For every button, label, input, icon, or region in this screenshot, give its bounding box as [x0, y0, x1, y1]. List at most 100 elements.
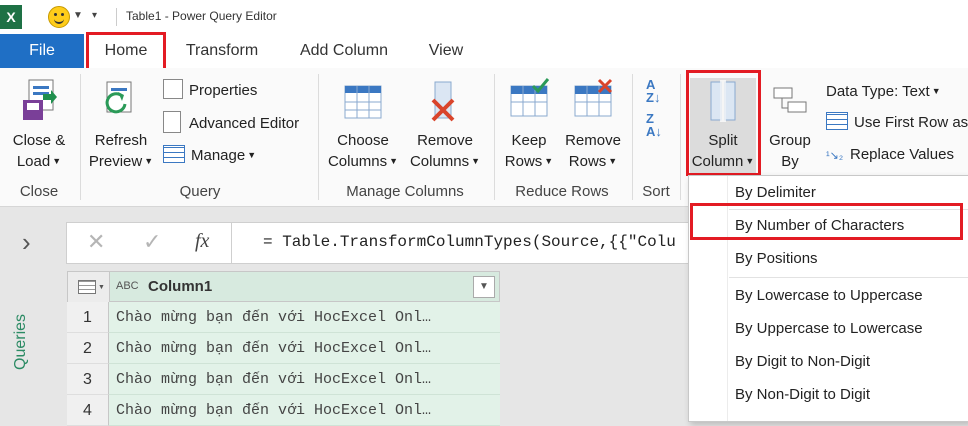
table-row: 3 Chào mừng bạn đến với HocExcel Onl… [67, 364, 500, 395]
replace-values-icon: ¹↘₂ [826, 150, 844, 162]
close-load-icon [23, 79, 57, 120]
home-tab-highlight [86, 32, 166, 72]
choose-columns-icon [344, 85, 382, 119]
column-type-icon[interactable]: ABC [116, 280, 139, 292]
customize-toolbar-icon[interactable]: ▾ [92, 10, 97, 21]
remove-rows-label-1: Remove [565, 132, 621, 149]
grid-header: ▼ ABC Column1 ▼ [67, 271, 500, 303]
group-label-manage-columns: Manage Columns [346, 183, 464, 200]
group-by-label-1: Group [769, 132, 811, 149]
choose-columns-label-1: Choose [337, 132, 389, 149]
properties-label: Properties [189, 82, 258, 99]
group-by-button[interactable]: Group By [762, 78, 818, 172]
use-first-row-icon [826, 112, 848, 130]
advanced-editor-icon [163, 111, 181, 133]
sort-ascending-button[interactable]: A Z↓ [646, 78, 660, 104]
choose-columns-button[interactable]: Choose Columns ▼ [324, 78, 402, 172]
table-icon [78, 280, 96, 294]
cancel-formula-icon[interactable]: ✕ [87, 229, 105, 255]
menu-item-digit-to-non-digit[interactable]: By Digit to Non-Digit [689, 345, 968, 378]
advanced-editor-button[interactable]: Advanced Editor [163, 111, 299, 135]
window-title: Table1 - Power Query Editor [126, 9, 277, 23]
remove-rows-icon [574, 78, 613, 117]
table-row: 2 Chào mừng bạn đến với HocExcel Onl… [67, 333, 500, 364]
table-cell[interactable]: Chào mừng bạn đến với HocExcel Onl… [109, 333, 500, 364]
menu-item-upper-to-lower[interactable]: By Uppercase to Lowercase [689, 312, 968, 345]
title-divider [116, 8, 117, 26]
expand-chevron-icon[interactable]: › [22, 227, 31, 258]
row-number[interactable]: 4 [67, 395, 109, 426]
data-grid: ▼ ABC Column1 ▼ 1 Chào mừng bạn đến với … [67, 271, 500, 426]
close-load-label-2: Load [16, 153, 51, 170]
group-divider [494, 74, 495, 200]
chevron-down-icon: ▼ [247, 150, 257, 160]
group-label-sort: Sort [642, 183, 670, 200]
group-divider [318, 74, 319, 200]
properties-button[interactable]: Properties [163, 79, 257, 103]
refresh-icon [105, 81, 132, 114]
chevron-down-icon: ▼ [98, 284, 105, 291]
queries-pane-label: Queries [12, 313, 29, 370]
close-load-label-1: Close & [12, 132, 66, 149]
remove-columns-label-2: Columns [409, 153, 470, 170]
menu-item-lower-to-upper[interactable]: By Lowercase to Uppercase [689, 279, 968, 312]
table-row: 4 Chào mừng bạn đến với HocExcel Onl… [67, 395, 500, 426]
chevron-down-icon: ▼ [144, 156, 154, 166]
tab-view[interactable]: View [418, 34, 474, 68]
group-by-label-2: By [781, 153, 799, 170]
formula-input[interactable]: = Table.TransformColumnTypes(Source,{{"C… [263, 233, 676, 251]
remove-rows-button[interactable]: Remove Rows ▼ [561, 78, 625, 172]
column-header-label[interactable]: Column1 [148, 278, 212, 295]
chevron-down-icon: ▼ [544, 156, 554, 166]
refresh-label-1: Refresh [94, 132, 148, 149]
menu-item-by-positions[interactable]: By Positions [689, 242, 968, 275]
group-divider [80, 74, 81, 200]
use-first-row-button[interactable]: Use First Row as [826, 111, 968, 135]
data-type-dropdown[interactable]: Data Type: Text ▼ [826, 79, 941, 103]
tab-file[interactable]: File [0, 34, 84, 68]
menu-item-non-digit-to-digit[interactable]: By Non-Digit to Digit [689, 378, 968, 411]
quick-access-dropdown-icon[interactable]: ▼ [73, 10, 83, 21]
group-divider [632, 74, 633, 200]
manage-button[interactable]: Manage ▼ [163, 143, 256, 167]
confirm-formula-icon[interactable]: ✓ [143, 229, 161, 255]
tab-add-column[interactable]: Add Column [290, 34, 398, 68]
group-label-query: Query [179, 183, 221, 200]
advanced-editor-label: Advanced Editor [189, 115, 300, 132]
queries-pane[interactable]: › [0, 207, 60, 420]
replace-values-button[interactable]: ¹↘₂ Replace Values [826, 143, 954, 167]
split-column-highlight [686, 70, 761, 176]
table-menu-button[interactable]: ▼ [68, 272, 110, 303]
sort-descending-icon: Z A↓ [646, 111, 662, 139]
menu-divider [729, 277, 968, 278]
tab-transform[interactable]: Transform [178, 34, 266, 68]
keep-rows-label-2: Rows [504, 153, 543, 170]
manage-label: Manage [191, 147, 246, 164]
column-filter-button[interactable]: ▼ [473, 276, 495, 298]
remove-columns-button[interactable]: Remove Columns ▼ [404, 78, 486, 172]
table-cell[interactable]: Chào mừng bạn đến với HocExcel Onl… [109, 302, 500, 333]
refresh-preview-button[interactable]: Refresh Preview ▼ [86, 78, 156, 172]
remove-columns-label-1: Remove [417, 132, 473, 149]
row-number[interactable]: 2 [67, 333, 109, 364]
table-cell[interactable]: Chào mừng bạn đến với HocExcel Onl… [109, 364, 500, 395]
row-number[interactable]: 1 [67, 302, 109, 333]
chevron-down-icon: ▼ [931, 86, 941, 96]
remove-rows-label-2: Rows [568, 153, 607, 170]
table-cell[interactable]: Chào mừng bạn đến với HocExcel Onl… [109, 395, 500, 426]
sort-descending-button[interactable]: Z A↓ [646, 111, 662, 139]
manage-table-icon [163, 145, 185, 163]
smiley-icon[interactable] [48, 6, 70, 28]
chevron-down-icon: ▼ [471, 156, 481, 166]
close-and-load-button[interactable]: Close & Load ▼ [4, 78, 74, 172]
row-number[interactable]: 3 [67, 364, 109, 395]
remove-columns-icon [431, 81, 455, 122]
data-type-label: Data Type: Text [826, 83, 930, 100]
fx-icon[interactable]: fx [195, 230, 209, 253]
number-of-characters-highlight [690, 203, 963, 240]
properties-icon [163, 79, 183, 99]
chevron-down-icon: ▼ [608, 156, 618, 166]
keep-rows-button[interactable]: Keep Rows ▼ [500, 78, 558, 172]
title-bar: X ▼ ▾ Table1 - Power Query Editor [0, 0, 968, 35]
excel-logo-icon[interactable]: X [0, 5, 22, 29]
